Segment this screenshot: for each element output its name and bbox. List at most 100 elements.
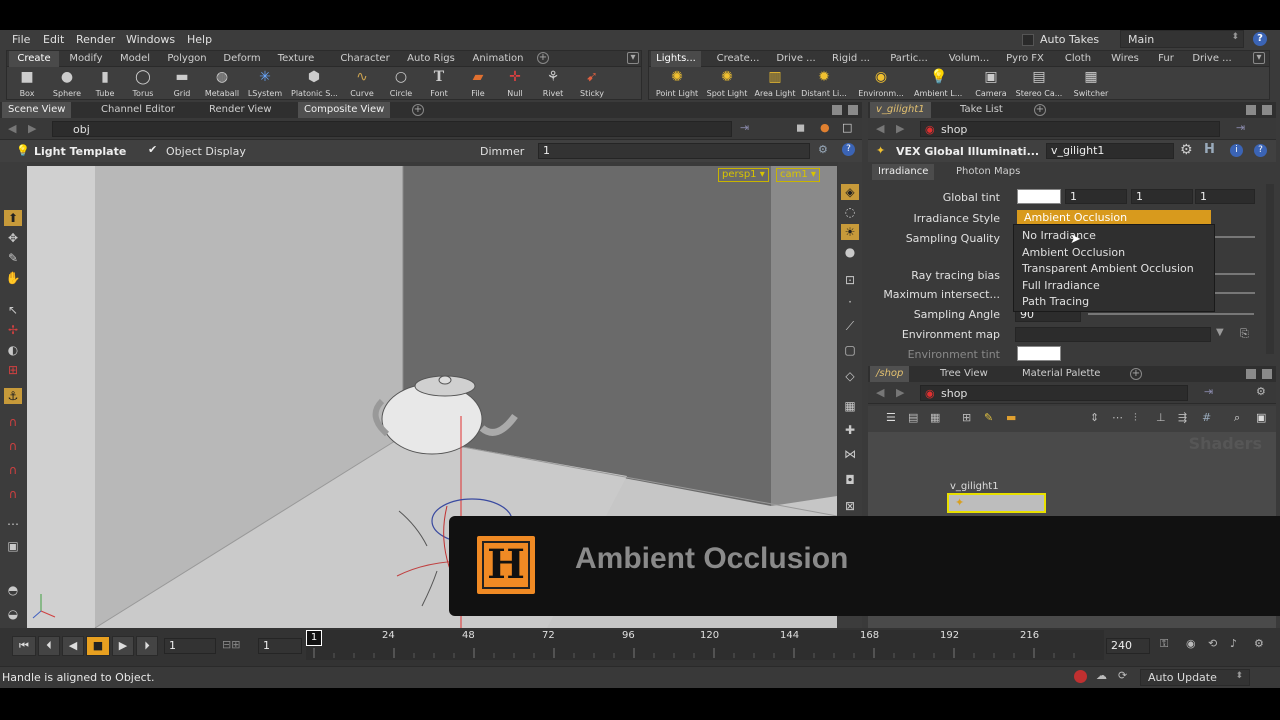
play-back-icon[interactable]: ◀ [62, 636, 84, 656]
shelf-tab-lights[interactable]: Lights... [651, 51, 701, 67]
shelf-tab-animation[interactable]: Animation [465, 51, 531, 67]
shelf-tab-drive-2[interactable]: Drive ... [1187, 51, 1237, 67]
transform-tool-icon[interactable]: ✥ [4, 230, 22, 246]
tab-render-view[interactable]: Render View [203, 102, 278, 118]
render-region-icon[interactable]: ⊠ [841, 498, 859, 514]
paint-tool-icon[interactable]: ▣ [4, 538, 22, 554]
timeline-scrubber[interactable]: 1 24 48 72 96 120 144 168 192 216 [306, 630, 1104, 660]
wire-display-icon[interactable]: ⊡ [841, 272, 859, 288]
add-tab-icon[interactable]: + [1130, 368, 1142, 380]
forward-icon[interactable]: ▶ [896, 122, 904, 135]
tool-distant-light[interactable]: ✹ Distant Li... [801, 68, 847, 100]
shelf-tab-cloth[interactable]: Cloth [1053, 51, 1103, 67]
frame-stepper-icon[interactable]: ⊟⊞ [222, 638, 240, 651]
key-icon[interactable]: ⚿ [1160, 637, 1168, 651]
help-icon[interactable]: ? [1253, 32, 1267, 46]
shelf-tab-polygon[interactable]: Polygon [161, 51, 213, 67]
gear-icon[interactable]: ⚙ [1180, 142, 1193, 158]
update-mode-select[interactable]: Auto Update ⬍ [1140, 669, 1250, 686]
tool-spot-light[interactable]: ✺ Spot Light [705, 68, 749, 100]
shelf-tab-partic[interactable]: Partic... [881, 51, 937, 67]
shelf-tab-modify[interactable]: Modify [63, 51, 109, 67]
settings-tool-icon[interactable]: ⋯ [4, 516, 22, 532]
persp-camera-menu[interactable]: persp1 ▾ [718, 168, 769, 182]
menu-option-transparent-ao[interactable]: Transparent Ambient Occlusion [1022, 262, 1194, 275]
shelf-tab-volum[interactable]: Volum... [941, 51, 997, 67]
tool-lsystem[interactable]: ✳ LSystem [245, 68, 285, 100]
back-icon[interactable]: ◀ [876, 386, 884, 399]
menu-windows[interactable]: Windows [126, 33, 175, 46]
pane-minimize-icon[interactable] [1246, 369, 1256, 379]
ghost-icon[interactable]: ◌ [841, 204, 859, 220]
list-view-icon[interactable]: ☰ [886, 411, 896, 424]
file-chooser-icon[interactable]: ⎘ [1240, 327, 1249, 341]
grid-snap-icon[interactable]: # [1202, 411, 1211, 424]
tool-area-light[interactable]: ▥ Area Light [753, 68, 797, 100]
grid-view-icon[interactable]: ▦ [930, 411, 940, 424]
menu-option-full-irradiance[interactable]: Full Irradiance [1022, 279, 1100, 292]
shelf-tab-model[interactable]: Model [113, 51, 157, 67]
pane-maximize-icon[interactable] [1262, 369, 1272, 379]
layout-nodes-icon[interactable]: ⊞ [962, 411, 971, 424]
shader-node[interactable]: ✦ [947, 493, 1046, 513]
magnet-tool-icon[interactable]: ∩ [4, 414, 22, 430]
tool-rivet[interactable]: ⚘ Rivet [533, 68, 573, 100]
align-icon[interactable]: ⫶ [1134, 411, 1137, 425]
tab-material-palette[interactable]: Material Palette [1016, 366, 1106, 382]
frame-icon[interactable]: □ [842, 121, 852, 134]
env-tint-swatch[interactable] [1017, 346, 1061, 361]
timeline-settings-icon[interactable]: ⚙ [1254, 637, 1264, 650]
magnet-point-icon[interactable]: ∩ [4, 462, 22, 478]
tool-stereo-camera[interactable]: ▤ Stereo Ca... [1015, 68, 1063, 100]
light-display-icon[interactable]: ☀ [841, 224, 859, 240]
forward-icon[interactable]: ▶ [896, 386, 904, 399]
menu-option-no-irradiance[interactable]: No Irradiance [1022, 229, 1096, 242]
uv-display-icon[interactable]: ◇ [841, 368, 859, 384]
env-map-dropdown-icon[interactable]: ▼ [1216, 327, 1224, 338]
global-tint-g[interactable]: 1 [1131, 189, 1193, 204]
shelf-tab-wires[interactable]: Wires [1105, 51, 1145, 67]
tab-shop[interactable]: /shop [870, 366, 910, 382]
error-icon[interactable] [1074, 670, 1087, 683]
add-tab-icon[interactable]: + [1034, 104, 1046, 116]
tab-v-gilight1[interactable]: v_gilight1 [870, 102, 931, 118]
menu-edit[interactable]: Edit [43, 33, 64, 46]
cube-icon[interactable]: ◼ [796, 121, 805, 134]
object-display-check-icon[interactable]: ✔ [148, 143, 157, 156]
pane-minimize-icon[interactable] [1246, 105, 1256, 115]
sampling-quality-slider[interactable] [1215, 236, 1255, 238]
viewer-path-field[interactable]: obj [52, 121, 732, 137]
menu-option-path-tracing[interactable]: Path Tracing [1022, 295, 1089, 308]
pin-icon[interactable]: ⇥ [1204, 385, 1213, 398]
jump-start-icon[interactable]: ⏮ [12, 636, 36, 656]
back-icon[interactable]: ◀ [876, 122, 884, 135]
tab-composite-view[interactable]: Composite View [298, 102, 391, 118]
env-map-field[interactable] [1015, 327, 1211, 342]
pin-icon[interactable]: ⇥ [740, 121, 749, 134]
node-name-field[interactable]: v_gilight1 [1046, 143, 1174, 159]
tool-file[interactable]: ▰ File [458, 68, 498, 100]
branch-icon[interactable]: ⊥ [1156, 411, 1166, 424]
wires-icon[interactable]: ⋯ [1112, 411, 1123, 424]
shelf-tab-create[interactable]: Create [9, 51, 59, 67]
scale-tool-icon[interactable]: ⊞ [4, 362, 22, 378]
pane-maximize-icon[interactable] [848, 105, 858, 115]
zoom-icon[interactable]: ⌕ [1234, 411, 1240, 425]
pane-maximize-icon[interactable] [1262, 105, 1272, 115]
shelf-menu-icon[interactable]: ▾ [627, 52, 639, 64]
grid-display-icon[interactable]: ▦ [841, 398, 859, 414]
camera-tool-icon[interactable]: ◓ [4, 582, 22, 598]
camera-display-icon[interactable]: ▢ [841, 342, 859, 358]
shade-icon[interactable]: ● [820, 121, 830, 134]
tool-switcher[interactable]: ▦ Switcher [1069, 68, 1113, 100]
sticky-note-icon[interactable]: ✎ [984, 411, 993, 424]
tool-ambient-light[interactable]: 💡 Ambient L... [914, 68, 962, 100]
move-icon[interactable]: ⇕ [1090, 411, 1099, 424]
menu-help[interactable]: Help [187, 33, 212, 46]
subtab-irradiance[interactable]: Irradiance [872, 164, 935, 180]
network-path-field[interactable]: ◉ shop [920, 385, 1188, 401]
shelf-tab-create[interactable]: Create... [709, 51, 767, 67]
desktop-select[interactable]: Main ⬍ [1120, 30, 1244, 48]
pane-minimize-icon[interactable] [832, 105, 842, 115]
step-forward-icon[interactable]: ⏵ [136, 636, 158, 656]
